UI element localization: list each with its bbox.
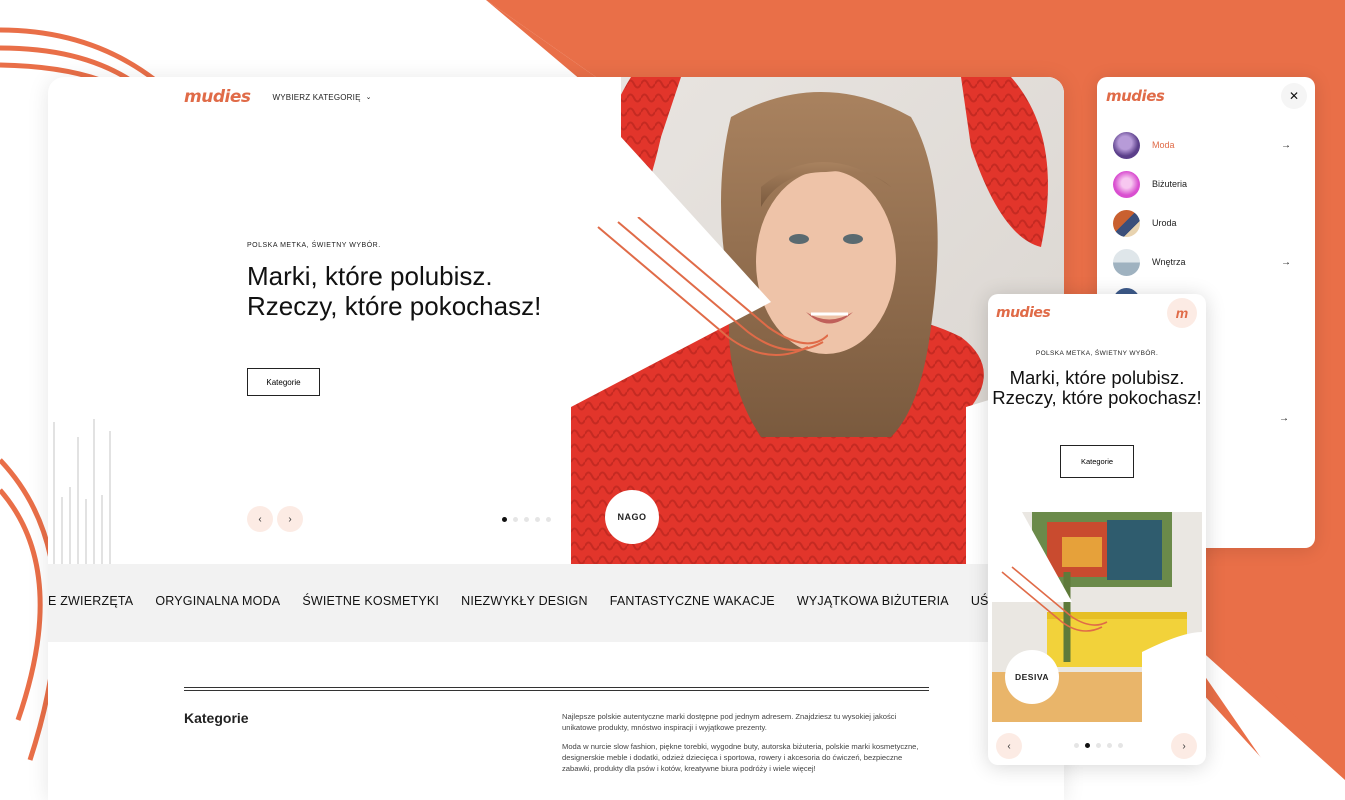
- section-description: Najlepsze polskie autentyczne marki dost…: [562, 711, 927, 774]
- menu-item-moda[interactable]: Moda →: [1113, 131, 1291, 159]
- desktop-header: mudies WYBIERZ KATEGORIĘ ⌄: [184, 87, 372, 107]
- marquee-item[interactable]: WE ZWIERZĘTA: [48, 594, 133, 608]
- slider-next-button[interactable]: ›: [1171, 733, 1197, 759]
- mudies-logo[interactable]: mudies: [184, 87, 251, 107]
- desktop-page-preview: mudies WYBIERZ KATEGORIĘ ⌄ POLSKA METKA,…: [48, 77, 1064, 800]
- slider-dots: [502, 517, 551, 522]
- slider-dot[interactable]: [1118, 743, 1123, 748]
- menu-toggle-button[interactable]: m: [1167, 298, 1197, 328]
- marquee-item[interactable]: ŚWIETNE KOSMETYKI: [302, 594, 439, 608]
- menu-item-label: Uroda: [1152, 218, 1177, 228]
- slider-dot[interactable]: [1085, 743, 1090, 748]
- category-marquee: WE ZWIERZĘTA ORYGINALNA MODA ŚWIETNE KOSME…: [48, 564, 1064, 642]
- close-button[interactable]: ✕: [1281, 83, 1307, 109]
- category-dropdown[interactable]: WYBIERZ KATEGORIĘ ⌄: [272, 93, 371, 102]
- arrow-right-icon[interactable]: →: [1279, 413, 1289, 424]
- close-icon: ✕: [1288, 89, 1300, 103]
- mudies-logo[interactable]: mudies: [1106, 87, 1165, 105]
- chevron-left-icon: ‹: [258, 513, 262, 525]
- section-paragraph: Najlepsze polskie autentyczne marki dost…: [562, 712, 897, 732]
- chevron-right-icon: ›: [1182, 740, 1186, 752]
- slider-dot[interactable]: [502, 517, 507, 522]
- slider-dots: [1074, 743, 1123, 748]
- marquee-item[interactable]: FANTASTYCZNE WAKACJE: [610, 594, 775, 608]
- category-thumbnail: [1113, 131, 1140, 159]
- slider-dot[interactable]: [535, 517, 540, 522]
- menu-item-label: Moda: [1152, 140, 1175, 150]
- chevron-left-icon: ‹: [1007, 740, 1011, 752]
- categories-button[interactable]: Kategorie: [1060, 445, 1134, 478]
- slider-prev-button[interactable]: ‹: [996, 733, 1022, 759]
- menu-item-wnetrza[interactable]: Wnętrza →: [1113, 248, 1291, 276]
- slider-dot[interactable]: [524, 517, 529, 522]
- menu-item-label: Biżuteria: [1152, 179, 1188, 189]
- section-divider: [184, 687, 929, 691]
- slider-dot[interactable]: [1096, 743, 1101, 748]
- section-title: Kategorie: [184, 710, 249, 726]
- chevron-down-icon: ⌄: [365, 94, 372, 101]
- mobile-page-preview: mudies m POLSKA METKA, ŚWIETNY WYBÓR. Ma…: [988, 294, 1206, 765]
- slider-prev-button[interactable]: ‹: [247, 506, 273, 532]
- category-thumbnail: [1113, 209, 1140, 237]
- arrow-right-icon: →: [1281, 139, 1291, 151]
- menu-item-label: Wnętrza: [1152, 257, 1186, 267]
- marquee-item[interactable]: NIEZWYKŁY DESIGN: [461, 594, 588, 608]
- vertical-lines-decoration: [53, 419, 111, 564]
- slider-dot[interactable]: [1107, 743, 1112, 748]
- marquee-item[interactable]: ORYGINALNA MODA: [155, 594, 280, 608]
- marquee-item[interactable]: WYJĄTKOWA BIŻUTERIA: [797, 594, 949, 608]
- slider-next-button[interactable]: ›: [277, 506, 303, 532]
- chevron-right-icon: ›: [288, 513, 292, 525]
- decorative-stripes: [597, 217, 828, 356]
- mudies-logo[interactable]: mudies: [996, 305, 1051, 321]
- category-thumbnail: [1113, 248, 1140, 276]
- slider-dot[interactable]: [513, 517, 518, 522]
- brand-badge[interactable]: NAGO: [605, 490, 659, 544]
- hero-eyebrow: POLSKA METKA, ŚWIETNY WYBÓR.: [247, 242, 381, 249]
- hero-eyebrow: POLSKA METKA, ŚWIETNY WYBÓR.: [1035, 350, 1159, 357]
- category-dropdown-label: WYBIERZ KATEGORIĘ: [272, 92, 361, 102]
- slider-dot[interactable]: [1074, 743, 1079, 748]
- menu-item-uroda[interactable]: Uroda: [1113, 209, 1291, 237]
- arrow-right-icon: →: [1281, 256, 1291, 268]
- brand-badge[interactable]: DESIVA: [1005, 650, 1059, 704]
- section-paragraph: Moda w nurcie slow fashion, piękne toreb…: [562, 742, 919, 773]
- category-thumbnail: [1113, 170, 1140, 198]
- hero-headline: Marki, które polubisz. Rzeczy, które pok…: [992, 367, 1202, 408]
- menu-item-bizuteria[interactable]: Biżuteria: [1113, 170, 1291, 198]
- slider-dot[interactable]: [546, 517, 551, 522]
- hero-headline: Marki, które polubisz. Rzeczy, które pok…: [247, 261, 542, 321]
- categories-button[interactable]: Kategorie: [247, 368, 320, 396]
